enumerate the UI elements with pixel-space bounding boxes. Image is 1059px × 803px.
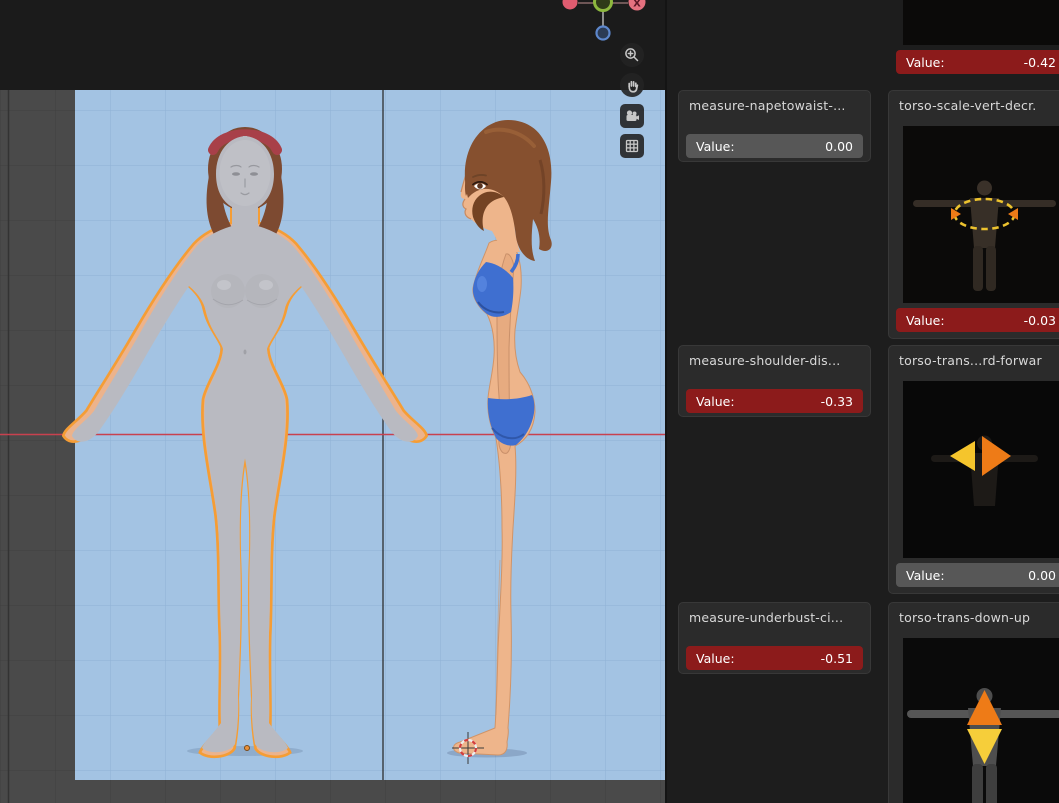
slider-value: -0.33	[820, 393, 853, 409]
screen: X Value: -0.42 measure-napetowaist-... V…	[0, 0, 1059, 803]
zoom-icon	[625, 48, 639, 62]
viewport-top-area	[0, 0, 665, 90]
pan-hand-icon	[628, 80, 639, 93]
zoom-button[interactable]	[620, 43, 644, 67]
slider-label: Value:	[696, 650, 735, 666]
axis-ball-green[interactable]	[593, 0, 613, 12]
property-name-label: measure-underbust-ci...	[689, 610, 844, 625]
axis-x-label: X	[633, 0, 641, 10]
viewport-scene: X	[0, 0, 665, 803]
property-name-label: measure-shoulder-dis...	[689, 353, 841, 368]
camera-view-button[interactable]	[620, 104, 644, 128]
property-name-label: torso-scale-vert-decr.	[899, 98, 1037, 113]
value-slider[interactable]: Value: -0.33	[686, 389, 863, 413]
3d-viewport[interactable]: X	[0, 0, 665, 803]
value-slider[interactable]: Value: -0.51	[686, 646, 863, 670]
property-panel: measure-shoulder-dis... Value: -0.33	[678, 345, 871, 417]
grid-ortho-icon	[625, 139, 639, 153]
viewport-divider	[665, 0, 667, 803]
slider-value: -0.03	[1023, 312, 1056, 328]
property-name-label: measure-napetowaist-...	[689, 98, 846, 113]
slider-label: Value:	[906, 54, 945, 70]
slider-label: Value:	[906, 567, 945, 583]
property-name-label: torso-trans...rd-forwar	[899, 353, 1042, 368]
slider-label: Value:	[696, 138, 735, 154]
axis-ball-blue[interactable]	[595, 25, 611, 41]
value-slider[interactable]: Value: -0.42	[896, 50, 1059, 74]
value-slider[interactable]: Value: 0.00	[686, 134, 863, 158]
property-panel: torso-trans...rd-forwar Value: 0.00	[888, 345, 1059, 594]
preview-thumbnail-partial	[903, 0, 1059, 45]
property-panel: measure-underbust-ci... Value: -0.51	[678, 602, 871, 674]
value-slider[interactable]: Value: -0.03	[896, 308, 1059, 332]
torso-translate-forward-preview-thumbnail	[903, 381, 1059, 558]
slider-label: Value:	[906, 312, 945, 328]
slider-value: -0.51	[820, 650, 853, 666]
value-slider[interactable]: Value: 0.00	[896, 563, 1059, 587]
torso-translate-down-up-preview-thumbnail	[903, 638, 1059, 803]
property-panel: torso-scale-vert-decr. Value: -0.03	[888, 90, 1059, 339]
pan-button[interactable]	[620, 73, 644, 97]
torso-scale-preview-thumbnail	[903, 126, 1059, 303]
object-origin-dot	[244, 745, 250, 751]
camera-icon	[626, 110, 639, 121]
slider-label: Value:	[696, 393, 735, 409]
grid-ortho-button[interactable]	[620, 134, 644, 158]
slider-value: 0.00	[1028, 567, 1056, 583]
property-panel: measure-napetowaist-... Value: 0.00	[678, 90, 871, 162]
property-name-label: torso-trans-down-up	[899, 610, 1031, 625]
slider-value: 0.00	[825, 138, 853, 154]
slider-value: -0.42	[1023, 54, 1056, 70]
property-panel: torso-trans-down-up	[888, 602, 1059, 803]
